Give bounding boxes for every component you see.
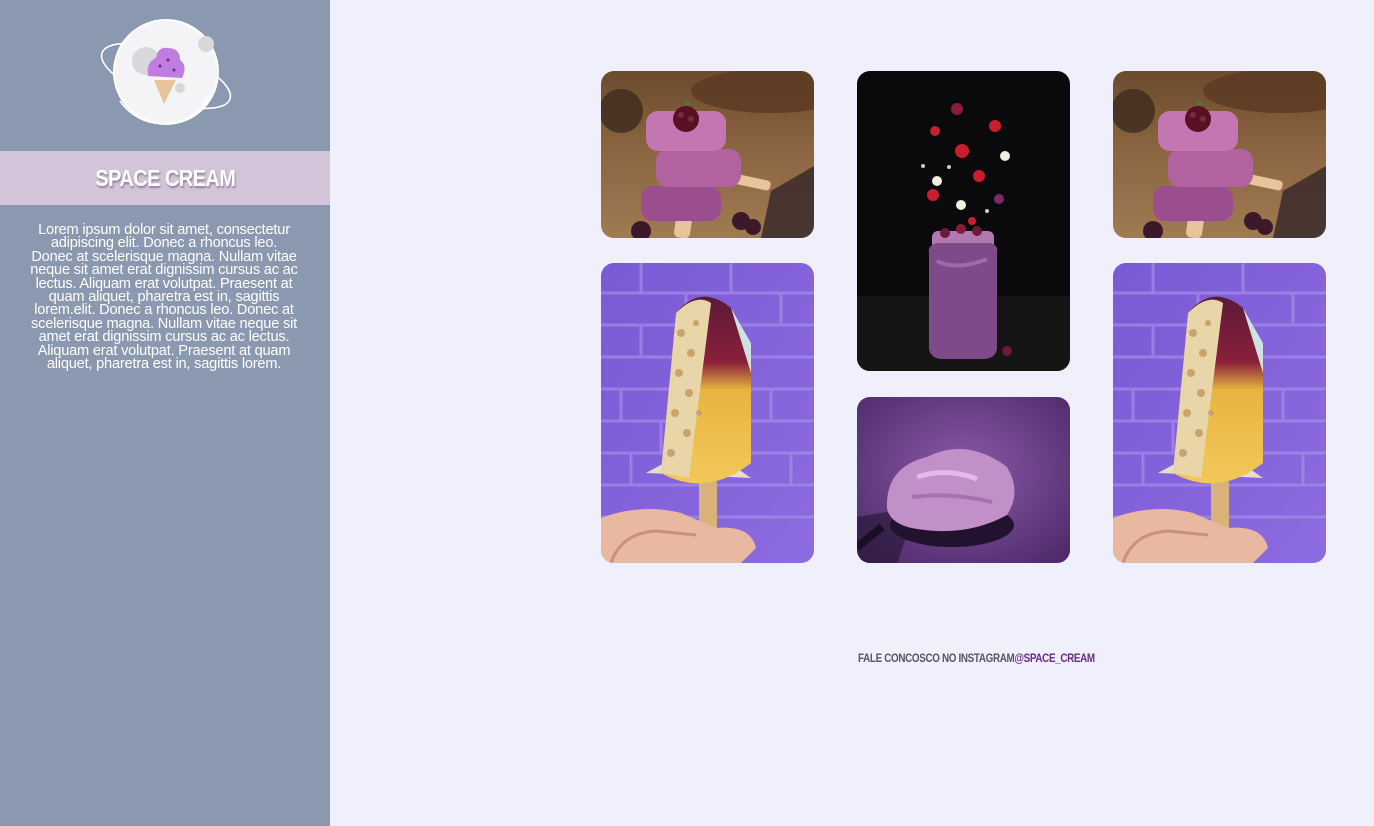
- about-text: Lorem ipsum dolor sit amet, consectetur …: [30, 222, 298, 373]
- planet-ice-cream-icon[interactable]: [96, 16, 236, 128]
- brand-band: SPACE CREAM: [0, 151, 330, 205]
- sidebar: SPACE CREAM Lorem ipsum dolor sit amet, …: [0, 0, 330, 826]
- gallery-photo-nut-popsicle[interactable]: [1113, 263, 1326, 563]
- gallery-photo-smoothie-jar[interactable]: [857, 71, 1070, 371]
- gallery-photo-nut-popsicle[interactable]: [601, 263, 814, 563]
- brand-title: SPACE CREAM: [95, 164, 235, 191]
- gallery-photo-popsicle-stack[interactable]: [601, 71, 814, 238]
- footer-prefix: FALE CONCOSCO NO INSTAGRAM: [858, 651, 1015, 665]
- instagram-handle-link[interactable]: @SPACE_CREAM: [1014, 651, 1095, 665]
- gallery-photo-popsicle-stack[interactable]: [1113, 71, 1326, 238]
- instagram-footer: FALE CONCOSCO NO INSTAGRAM@SPACE_CREAM: [858, 651, 1095, 665]
- gallery-photo-ice-cream-spoon[interactable]: [857, 397, 1070, 563]
